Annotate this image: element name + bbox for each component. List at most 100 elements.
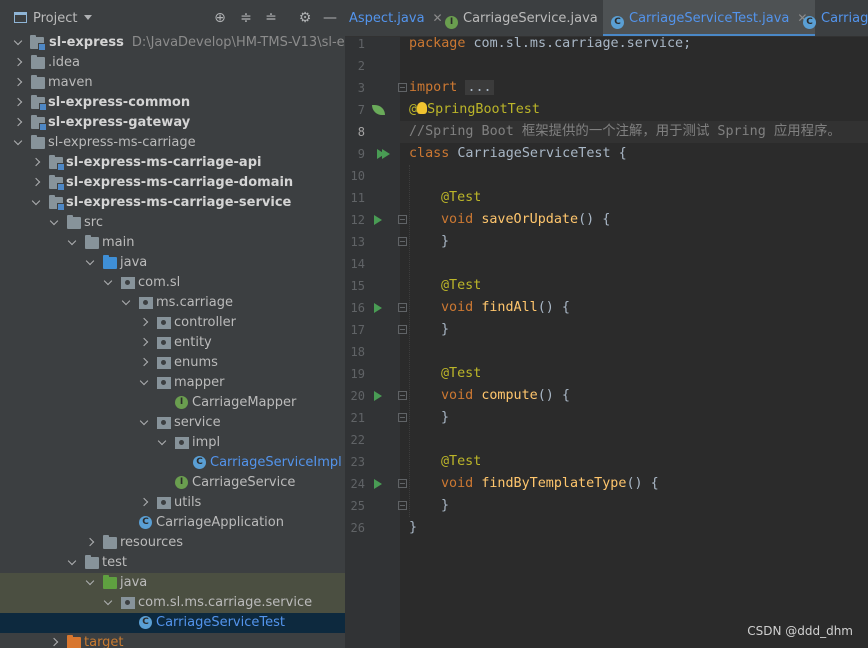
tree-item-carriage-service[interactable]: sl-express-ms-carriage-service: [0, 193, 345, 213]
code-line-26[interactable]: }: [409, 517, 417, 539]
code-line-7[interactable]: @ SpringBootTest: [409, 99, 540, 121]
tree-item-test[interactable]: test: [0, 553, 345, 573]
fold-marker-icon[interactable]: [398, 325, 407, 334]
tree-item-resources[interactable]: resources: [0, 533, 345, 553]
tree-item-sl-express-gateway[interactable]: sl-express-gateway: [0, 113, 345, 133]
chevron-down-icon[interactable]: [85, 573, 95, 593]
code-line-23[interactable]: @Test: [441, 451, 481, 473]
tree-item-main[interactable]: main: [0, 233, 345, 253]
code-line-25[interactable]: }: [441, 495, 449, 517]
tree-item-java-test[interactable]: java: [0, 573, 345, 593]
tree-item-carriage-application[interactable]: C CarriageApplication: [0, 513, 345, 533]
code-line-9[interactable]: class CarriageServiceTest {: [409, 143, 627, 165]
chevron-down-icon[interactable]: [157, 433, 167, 453]
tree-item-src[interactable]: src: [0, 213, 345, 233]
code-line-1[interactable]: package com.sl.ms.carriage.service;: [409, 33, 691, 55]
tree-item-sl-express-common[interactable]: sl-express-common: [0, 93, 345, 113]
tree-item-enums[interactable]: enums: [0, 353, 345, 373]
code-line-19[interactable]: @Test: [441, 363, 481, 385]
chevron-down-icon[interactable]: [103, 273, 113, 293]
run-test-icon[interactable]: [374, 479, 382, 489]
fold-marker-icon[interactable]: [398, 83, 407, 92]
tab-carriage-service-java[interactable]: ICarriageService.java✕: [445, 0, 616, 36]
chevron-right-icon[interactable]: [13, 73, 23, 93]
tab-aspect-java[interactable]: Aspect.java ✕: [349, 0, 443, 36]
run-test-icon[interactable]: [374, 215, 382, 225]
code-line-16[interactable]: void findAll() {: [441, 297, 570, 319]
code-line-13[interactable]: }: [441, 231, 449, 253]
chevron-right-icon[interactable]: [31, 173, 41, 193]
chevron-down-icon[interactable]: [121, 293, 131, 313]
chevron-down-icon[interactable]: [49, 213, 59, 233]
chevron-right-icon[interactable]: [85, 533, 95, 553]
chevron-down-icon[interactable]: [139, 373, 149, 393]
chevron-right-icon[interactable]: [31, 153, 41, 173]
tree-item-carriage-service-test[interactable]: C CarriageServiceTest: [0, 613, 345, 633]
chevron-right-icon[interactable]: [13, 93, 23, 113]
run-all-tests-icon[interactable]: [377, 149, 390, 159]
chevron-right-icon[interactable]: [139, 493, 149, 513]
expand-all-icon[interactable]: ≑: [238, 10, 254, 26]
tree-item-mapper[interactable]: mapper: [0, 373, 345, 393]
code-line-8[interactable]: //Spring Boot 框架提供的一个注解，用于测试 Spring 应用程序…: [409, 121, 841, 143]
folded-imports[interactable]: ...: [465, 80, 494, 95]
run-test-icon[interactable]: [374, 391, 382, 401]
run-test-icon[interactable]: [374, 303, 382, 313]
chevron-down-icon[interactable]: [103, 593, 113, 613]
tree-item-carriage-service-impl[interactable]: C CarriageServiceImpl: [0, 453, 345, 473]
project-view-selector[interactable]: Project: [14, 11, 93, 26]
tree-item-java-main[interactable]: java: [0, 253, 345, 273]
gear-icon[interactable]: ⚙: [297, 10, 313, 26]
code-line-15[interactable]: @Test: [441, 275, 481, 297]
fold-marker-icon[interactable]: [398, 501, 407, 510]
chevron-right-icon[interactable]: [49, 633, 59, 648]
minimize-icon[interactable]: —: [322, 10, 338, 26]
tree-item-sl-express[interactable]: sl-express D:\JavaDevelop\HM-TMS-V13\sl-e…: [0, 33, 345, 53]
tab-carriage-service-test-java[interactable]: C CarriageServiceTest.java ✕: [603, 0, 816, 36]
fold-marker-icon[interactable]: [398, 303, 407, 312]
tree-item-idea[interactable]: .idea: [0, 53, 345, 73]
chevron-down-icon[interactable]: [13, 133, 23, 153]
fold-marker-icon[interactable]: [398, 215, 407, 224]
tree-item-sl-express-ms-carriage[interactable]: sl-express-ms-carriage: [0, 133, 345, 153]
code-line-3[interactable]: import ...: [409, 77, 494, 99]
chevron-right-icon[interactable]: [13, 113, 23, 133]
tree-item-carriage-mapper[interactable]: I CarriageMapper: [0, 393, 345, 413]
code-line-21[interactable]: }: [441, 407, 449, 429]
chevron-right-icon[interactable]: [139, 333, 149, 353]
chevron-down-icon[interactable]: [139, 413, 149, 433]
code-line-24[interactable]: void findByTemplateType() {: [441, 473, 659, 495]
fold-marker-icon[interactable]: [398, 237, 407, 246]
tree-item-carriage-service[interactable]: I CarriageService: [0, 473, 345, 493]
tree-item-entity[interactable]: entity: [0, 333, 345, 353]
collapse-all-icon[interactable]: ≐: [263, 10, 279, 26]
tree-item-maven[interactable]: maven: [0, 73, 345, 93]
close-icon[interactable]: ✕: [433, 11, 443, 25]
tree-item-service[interactable]: service: [0, 413, 345, 433]
tree-item-utils[interactable]: utils: [0, 493, 345, 513]
chevron-down-icon[interactable]: [67, 553, 77, 573]
chevron-down-icon[interactable]: [13, 33, 23, 53]
tree-item-test-package[interactable]: com.sl.ms.carriage.service: [0, 593, 345, 613]
lightbulb-icon[interactable]: [417, 102, 428, 114]
tree-item-ms-carriage[interactable]: ms.carriage: [0, 293, 345, 313]
chevron-right-icon[interactable]: [139, 353, 149, 373]
tree-item-carriage-api[interactable]: sl-express-ms-carriage-api: [0, 153, 345, 173]
fold-marker-icon[interactable]: [398, 391, 407, 400]
fold-marker-icon[interactable]: [398, 413, 407, 422]
code-line-12[interactable]: void saveOrUpdate() {: [441, 209, 610, 231]
tree-item-target[interactable]: target: [0, 633, 345, 648]
chevron-down-icon[interactable]: [85, 253, 95, 273]
code-line-20[interactable]: void compute() {: [441, 385, 570, 407]
fold-marker-icon[interactable]: [398, 479, 407, 488]
tree-item-carriage-domain[interactable]: sl-express-ms-carriage-domain: [0, 173, 345, 193]
chevron-right-icon[interactable]: [13, 53, 23, 73]
code-line-11[interactable]: @Test: [441, 187, 481, 209]
chevron-down-icon[interactable]: [31, 193, 41, 213]
code-line-17[interactable]: }: [441, 319, 449, 341]
tab-carriage[interactable]: C Carriage: [803, 0, 868, 36]
tree-item-impl[interactable]: impl: [0, 433, 345, 453]
locate-icon[interactable]: ⊕: [212, 10, 228, 26]
chevron-right-icon[interactable]: [139, 313, 149, 333]
tree-item-com-sl[interactable]: com.sl: [0, 273, 345, 293]
